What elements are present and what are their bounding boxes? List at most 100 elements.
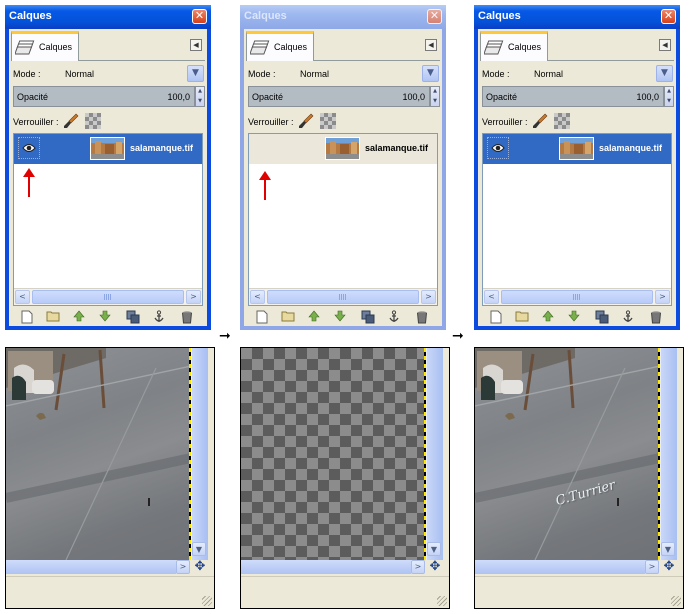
opacity-slider[interactable]: Opacité 100,0 [248,86,430,107]
layer-row[interactable]: salamanque.tif [483,134,671,164]
layer-row[interactable]: salamanque.tif [14,134,202,164]
mode-dropdown-button[interactable]: ▼ [656,65,673,82]
folder-icon[interactable] [514,310,530,326]
brush-icon[interactable] [63,113,79,129]
anchor-icon[interactable] [151,310,167,326]
brush-icon[interactable] [298,113,314,129]
opacity-slider[interactable]: Opacité 100,0 [13,86,195,107]
duplicate-icon[interactable] [360,310,376,326]
checkerboard-icon[interactable] [554,113,570,129]
horizontal-scrollbar[interactable] [241,560,411,574]
layer-list-scrollbar[interactable]: < > [483,288,671,305]
checkerboard-icon[interactable] [320,113,336,129]
vertical-scrollbar[interactable] [660,348,677,560]
canvas-viewport[interactable] [6,348,191,560]
mode-dropdown-button[interactable]: ▼ [422,65,439,82]
scroll-right-button[interactable]: > [186,290,201,304]
opacity-spinner[interactable]: ▲ ▼ [430,86,440,107]
mode-dropdown-button[interactable]: ▼ [187,65,204,82]
spin-up-icon[interactable]: ▲ [431,87,439,96]
opacity-slider[interactable]: Opacité 100,0 [482,86,664,107]
visibility-toggle[interactable] [18,137,40,159]
scroll-down-button[interactable]: ▼ [192,542,206,556]
resize-grip[interactable] [202,596,212,606]
arrow-up-icon[interactable] [306,310,322,326]
canvas-viewport[interactable]: C.Turrier [475,348,660,560]
tab-menu-button[interactable]: ◀ [425,39,437,51]
four-way-arrow-icon[interactable]: ✥ [661,559,677,575]
scroll-down-button[interactable]: ▼ [661,542,675,556]
visibility-toggle[interactable] [487,137,509,159]
title-bar[interactable]: Calques ✕ [240,5,446,29]
arrow-up-icon[interactable] [71,310,87,326]
trash-icon[interactable] [648,310,664,326]
duplicate-icon[interactable] [125,310,141,326]
opacity-spinner[interactable]: ▲ ▼ [664,86,674,107]
anchor-icon[interactable] [386,310,402,326]
layer-list-scrollbar[interactable]: < > [249,288,437,305]
spin-down-icon[interactable]: ▼ [665,97,673,106]
visibility-toggle[interactable] [253,137,275,159]
folder-icon[interactable] [280,310,296,326]
vertical-scrollbar[interactable] [191,348,208,560]
tab-calques[interactable]: Calques [246,31,314,61]
vertical-scrollbar[interactable] [426,348,443,560]
canvas-viewport[interactable] [241,348,426,560]
title-bar[interactable]: Calques ✕ [474,5,680,29]
mode-select[interactable]: Normal [534,69,563,79]
annotation-arrow [259,171,271,200]
spin-up-icon[interactable]: ▲ [196,87,204,96]
scroll-left-button[interactable]: < [484,290,499,304]
mode-select[interactable]: Normal [65,69,94,79]
four-way-arrow-icon[interactable]: ✥ [192,559,208,575]
layer-row[interactable]: salamanque.tif [249,134,437,164]
checkerboard-icon[interactable] [85,113,101,129]
duplicate-icon[interactable] [594,310,610,326]
resize-grip[interactable] [671,596,681,606]
trash-icon[interactable] [414,310,430,326]
arrow-down-icon[interactable] [332,310,348,326]
horizontal-scrollbar[interactable] [475,560,645,574]
scroll-down-button[interactable]: ▼ [427,542,441,556]
chevron-right-icon: > [414,562,422,571]
close-button[interactable]: ✕ [192,9,207,24]
mode-select[interactable]: Normal [300,69,329,79]
horizontal-scrollbar[interactable] [6,560,176,574]
tab-menu-button[interactable]: ◀ [659,39,671,51]
tab-calques[interactable]: Calques [480,31,548,61]
scroll-thumb[interactable] [501,290,653,304]
opacity-spinner[interactable]: ▲ ▼ [195,86,205,107]
scroll-thumb[interactable] [32,290,184,304]
new-page-icon[interactable] [254,310,270,326]
new-page-icon[interactable] [488,310,504,326]
layer-list-scrollbar[interactable]: < > [14,288,202,305]
scroll-right-button[interactable]: > [421,290,436,304]
scroll-left-button[interactable]: < [15,290,30,304]
arrow-down-icon[interactable] [97,310,113,326]
resize-grip[interactable] [437,596,447,606]
title-bar[interactable]: Calques ✕ [5,5,211,29]
scroll-right-button[interactable]: > [411,560,425,574]
annotation-arrow [23,168,35,197]
spin-up-icon[interactable]: ▲ [665,87,673,96]
close-button[interactable]: ✕ [427,9,442,24]
brush-icon[interactable] [532,113,548,129]
scroll-right-button[interactable]: > [645,560,659,574]
scroll-right-button[interactable]: > [176,560,190,574]
close-button[interactable]: ✕ [661,9,676,24]
anchor-icon[interactable] [620,310,636,326]
status-bar [241,576,449,608]
tab-calques[interactable]: Calques [11,31,79,61]
scroll-left-button[interactable]: < [250,290,265,304]
scroll-right-button[interactable]: > [655,290,670,304]
tab-menu-button[interactable]: ◀ [190,39,202,51]
spin-down-icon[interactable]: ▼ [431,97,439,106]
arrow-up-icon[interactable] [540,310,556,326]
trash-icon[interactable] [179,310,195,326]
arrow-down-icon[interactable] [566,310,582,326]
folder-icon[interactable] [45,310,61,326]
scroll-thumb[interactable] [267,290,419,304]
spin-down-icon[interactable]: ▼ [196,97,204,106]
new-page-icon[interactable] [19,310,35,326]
four-way-arrow-icon[interactable]: ✥ [427,559,443,575]
